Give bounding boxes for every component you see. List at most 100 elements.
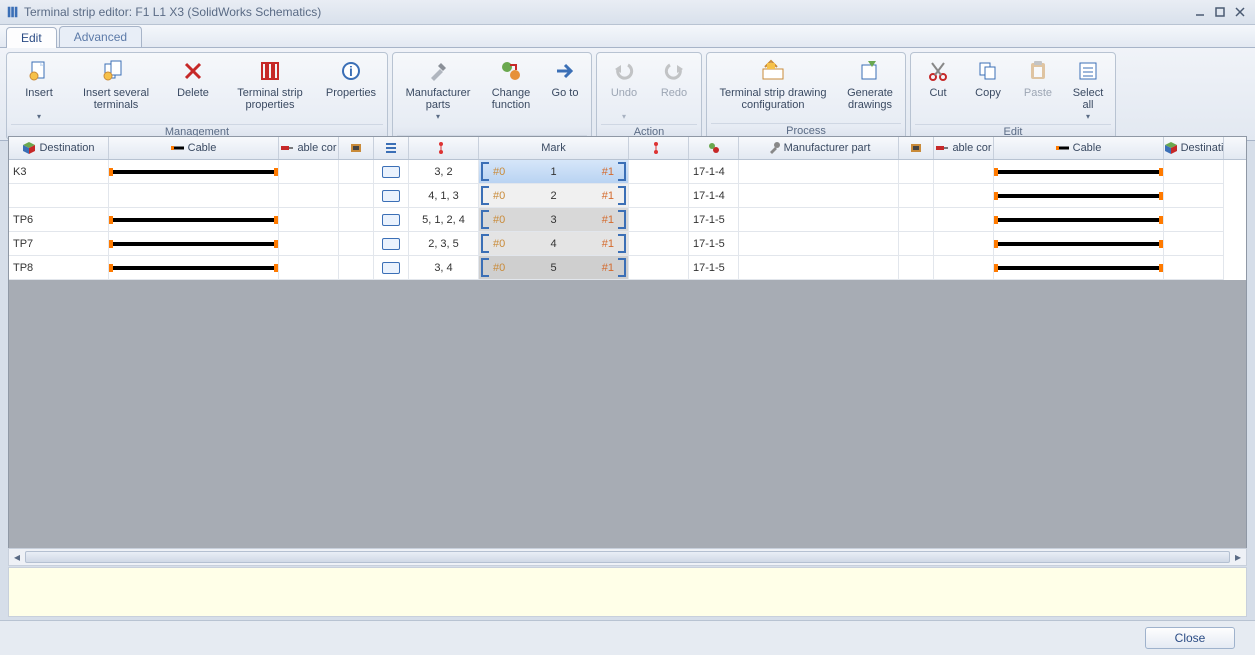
change-function-button[interactable]: Change function [483, 55, 539, 135]
cell-terminal-icon[interactable] [374, 232, 409, 256]
table-row[interactable]: TP8 3, 4#05#1 17-1-5 [9, 256, 1246, 280]
copy-button[interactable]: Copy [965, 55, 1011, 124]
cell-terminal-icon[interactable] [374, 208, 409, 232]
cell-terminal-icon[interactable] [374, 160, 409, 184]
col-mark[interactable]: Mark [479, 137, 629, 159]
table-row[interactable]: TP7 2, 3, 5#04#1 17-1-5 [9, 232, 1246, 256]
col-ablecor-left[interactable]: able cor [279, 137, 339, 159]
close-button[interactable]: Close [1145, 627, 1235, 649]
cell-numbers[interactable]: 2, 3, 5 [409, 232, 479, 256]
cell-code[interactable]: 17-1-5 [689, 256, 739, 280]
cell-mark[interactable]: #04#1 [479, 232, 629, 256]
horizontal-scrollbar[interactable]: ◂ ▸ [8, 548, 1247, 566]
tab-advanced[interactable]: Advanced [59, 26, 142, 47]
cell-ablecor-left[interactable] [279, 208, 339, 232]
manufacturer-parts-button[interactable]: Manufacturer parts ▾ [397, 55, 479, 135]
cell-numbers[interactable]: 5, 1, 2, 4 [409, 208, 479, 232]
cell-numbers[interactable]: 4, 1, 3 [409, 184, 479, 208]
cell-destination-right[interactable] [1164, 256, 1224, 280]
col-icon-b[interactable] [374, 137, 409, 159]
table-row[interactable]: 4, 1, 3#02#1 17-1-4 [9, 184, 1246, 208]
cell-manufacturer-part[interactable] [739, 208, 899, 232]
cell-icon-e[interactable] [899, 160, 934, 184]
cell-cable-right[interactable] [994, 184, 1164, 208]
cell-destination[interactable]: K3 [9, 160, 109, 184]
cell-cable-right[interactable] [994, 160, 1164, 184]
cell-cable-right[interactable] [994, 208, 1164, 232]
cell-icon-a[interactable] [339, 208, 374, 232]
cell-cable-right[interactable] [994, 232, 1164, 256]
cell-cable-left[interactable] [109, 184, 279, 208]
cell-manufacturer-part[interactable] [739, 160, 899, 184]
cell-destination[interactable]: TP8 [9, 256, 109, 280]
cell-icon-e[interactable] [899, 184, 934, 208]
cell-icon-c[interactable] [629, 184, 689, 208]
scroll-right-icon[interactable]: ▸ [1230, 549, 1246, 565]
cell-icon-e[interactable] [899, 232, 934, 256]
cell-destination[interactable]: TP7 [9, 232, 109, 256]
col-destination-left[interactable]: Destination [9, 137, 109, 159]
generate-drawings-button[interactable]: Generate drawings [839, 55, 901, 123]
scroll-thumb[interactable] [25, 551, 1230, 563]
col-destination-right[interactable]: Destinati [1164, 137, 1224, 159]
cell-terminal-icon[interactable] [374, 256, 409, 280]
table-row[interactable]: K3 3, 2#01#1 17-1-4 [9, 160, 1246, 184]
insert-button[interactable]: Insert ▾ [11, 55, 67, 124]
cell-icon-a[interactable] [339, 232, 374, 256]
cell-icon-c[interactable] [629, 160, 689, 184]
cell-ablecor-left[interactable] [279, 184, 339, 208]
cell-mark[interactable]: #01#1 [479, 160, 629, 184]
redo-button[interactable]: Redo [651, 55, 697, 124]
cell-numbers[interactable]: 3, 2 [409, 160, 479, 184]
cell-destination-right[interactable] [1164, 208, 1224, 232]
maximize-button[interactable] [1211, 5, 1229, 19]
scroll-left-icon[interactable]: ◂ [9, 549, 25, 565]
scroll-track[interactable] [25, 549, 1230, 565]
col-icon-d[interactable] [689, 137, 739, 159]
cell-code[interactable]: 17-1-4 [689, 184, 739, 208]
message-area[interactable] [8, 567, 1247, 617]
undo-button[interactable]: Undo ▾ [601, 55, 647, 124]
col-icon-c[interactable] [629, 137, 689, 159]
properties-button[interactable]: i Properties [319, 55, 383, 124]
cell-destination[interactable]: TP6 [9, 208, 109, 232]
cell-icon-a[interactable] [339, 256, 374, 280]
cell-code[interactable]: 17-1-5 [689, 208, 739, 232]
delete-button[interactable]: Delete [165, 55, 221, 124]
cell-icon-c[interactable] [629, 232, 689, 256]
cell-icon-e[interactable] [899, 256, 934, 280]
tab-edit[interactable]: Edit [6, 27, 57, 48]
cell-manufacturer-part[interactable] [739, 184, 899, 208]
cell-ablecor-right[interactable] [934, 208, 994, 232]
cell-icon-a[interactable] [339, 184, 374, 208]
cell-icon-c[interactable] [629, 256, 689, 280]
cut-button[interactable]: Cut [915, 55, 961, 124]
cell-ablecor-left[interactable] [279, 256, 339, 280]
cell-cable-left[interactable] [109, 160, 279, 184]
cell-ablecor-right[interactable] [934, 160, 994, 184]
cell-ablecor-left[interactable] [279, 232, 339, 256]
cell-code[interactable]: 17-1-4 [689, 160, 739, 184]
col-ablecor-right[interactable]: able cor [934, 137, 994, 159]
cell-mark[interactable]: #05#1 [479, 256, 629, 280]
table-row[interactable]: TP65, 1, 2, 4#03#117-1-5 [9, 208, 1246, 232]
cell-ablecor-right[interactable] [934, 184, 994, 208]
goto-button[interactable]: Go to [543, 55, 587, 135]
col-icon-e[interactable] [899, 137, 934, 159]
col-icon-a[interactable] [339, 137, 374, 159]
cell-code[interactable]: 17-1-5 [689, 232, 739, 256]
cell-cable-left[interactable] [109, 256, 279, 280]
cell-numbers[interactable]: 3, 4 [409, 256, 479, 280]
close-window-button[interactable] [1231, 5, 1249, 19]
col-cable-left[interactable]: Cable [109, 137, 279, 159]
cell-cable-left[interactable] [109, 208, 279, 232]
cell-cable-left[interactable] [109, 232, 279, 256]
cell-mark[interactable]: #02#1 [479, 184, 629, 208]
cell-icon-e[interactable] [899, 208, 934, 232]
cell-destination[interactable] [9, 184, 109, 208]
cell-destination-right[interactable] [1164, 184, 1224, 208]
select-all-button[interactable]: Select all ▾ [1065, 55, 1111, 124]
paste-button[interactable]: Paste [1015, 55, 1061, 124]
cell-destination-right[interactable] [1164, 232, 1224, 256]
cell-destination-right[interactable] [1164, 160, 1224, 184]
